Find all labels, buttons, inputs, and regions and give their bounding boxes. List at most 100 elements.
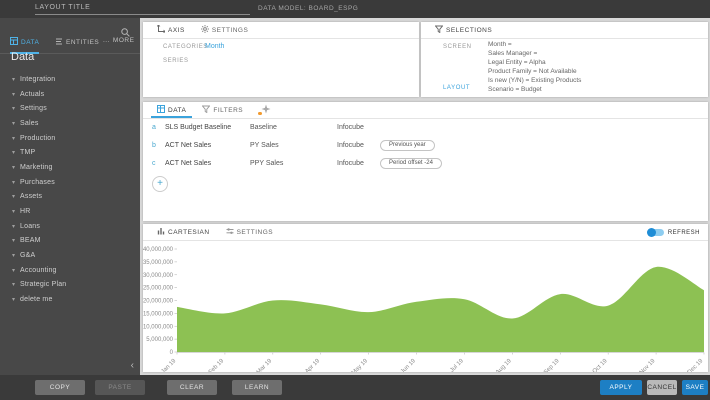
- selection-line: Scenario = Budget: [488, 86, 581, 95]
- apply-button[interactable]: APPLY: [600, 380, 642, 395]
- main-area: AXIS SETTINGS CATEGORIES Month SERIES: [140, 18, 710, 375]
- x-tick-label: Oct 19: [592, 358, 609, 372]
- selections-filter-icon: [435, 25, 443, 35]
- sidebar-tab-more[interactable]: ... MORE: [103, 37, 134, 49]
- cancel-button[interactable]: CANCEL: [647, 380, 677, 395]
- tab-insights[interactable]: [253, 102, 279, 118]
- y-tick-label: 30,000,000: [143, 273, 174, 279]
- add-data-block-button[interactable]: +: [152, 176, 168, 192]
- sidebar-item-label: Sales: [20, 120, 39, 127]
- table-row[interactable]: bACT Net SalesPY SalesInfocubePrevious y…: [143, 137, 708, 155]
- row-key-label: c: [152, 160, 156, 167]
- layout-link[interactable]: LAYOUT: [443, 85, 470, 91]
- selections-panel-header: SELECTIONS: [421, 22, 708, 39]
- layout-title-input[interactable]: LAYOUT TITLE: [35, 4, 250, 15]
- row-key-label: a: [152, 124, 156, 131]
- sidebar-item-label: HR: [20, 208, 31, 215]
- sidebar-item-accounting[interactable]: ▾Accounting: [0, 263, 140, 278]
- tab-axis[interactable]: AXIS: [151, 22, 191, 38]
- tab-label: AXIS: [168, 27, 185, 34]
- y-tick-label: 0: [170, 350, 174, 356]
- sidebar-item-hr[interactable]: ▾ HR: [0, 204, 140, 219]
- area-series: [177, 267, 704, 352]
- data-grid-icon: [10, 37, 18, 47]
- save-button[interactable]: SAVE: [682, 380, 708, 395]
- chevron-down-icon: ▾: [12, 193, 15, 200]
- row-offset-pill[interactable]: Previous year: [380, 140, 435, 151]
- sidebar-item-label: Assets: [20, 193, 42, 200]
- sidebar-item-label: Loans: [20, 223, 40, 230]
- table-grid-icon: [157, 105, 165, 115]
- sidebar-item-actuals[interactable]: ▾Actuals: [0, 87, 140, 102]
- refresh-toggle[interactable]: [648, 229, 664, 236]
- chevron-down-icon: ▾: [12, 252, 15, 259]
- row-name-label: SLS Budget Baseline: [165, 124, 231, 131]
- chevron-down-icon: ▾: [12, 76, 15, 83]
- screen-label: SCREEN: [443, 44, 472, 50]
- sidebar-item-tmp[interactable]: ▾TMP: [0, 145, 140, 160]
- sidebar-item-delete-me[interactable]: ▾delete me: [0, 292, 140, 307]
- y-tick-label: 25,000,000: [143, 286, 174, 292]
- selection-line: Is new (Y/N) = Existing Products: [488, 77, 581, 86]
- clear-button[interactable]: CLEAR: [167, 380, 217, 395]
- tab-cartesian[interactable]: CARTESIAN: [151, 224, 216, 240]
- sidebar-item-integration[interactable]: ▾Integration: [0, 72, 140, 87]
- tab-chart-settings[interactable]: SETTINGS: [220, 224, 280, 240]
- sidebar-item-settings[interactable]: ▾Settings: [0, 101, 140, 116]
- tab-label: SETTINGS: [237, 229, 274, 236]
- tab-data[interactable]: DATA: [151, 102, 192, 118]
- row-series-label: PPY Sales: [250, 160, 283, 167]
- tab-filters[interactable]: FILTERS: [196, 102, 249, 118]
- chevron-down-icon: ▾: [12, 120, 15, 127]
- sidebar-item-production[interactable]: ▾Production: [0, 131, 140, 146]
- row-name-label: ACT Net Sales: [165, 142, 211, 149]
- selections-panel: SELECTIONS SCREEN Month =Sales Manager =…: [421, 22, 708, 97]
- sidebar-item-label: Purchases: [20, 179, 55, 186]
- categories-value-link[interactable]: Month: [205, 43, 224, 50]
- row-series-label: PY Sales: [250, 142, 279, 149]
- x-tick-label: Jan 19: [160, 358, 177, 372]
- sidebar-item-loans[interactable]: ▾Loans: [0, 219, 140, 234]
- toggle-knob: [647, 228, 656, 237]
- sidebar-item-purchases[interactable]: ▾Purchases: [0, 175, 140, 190]
- chevron-down-icon: ▾: [12, 149, 15, 156]
- sidebar-item-beam[interactable]: ▾BEAM: [0, 234, 140, 249]
- sidebar-item-assets[interactable]: ▾ Assets: [0, 190, 140, 205]
- x-tick-label: Dec 19: [687, 358, 705, 372]
- sidebar-item-g-a[interactable]: ▾G&A: [0, 248, 140, 263]
- chevron-down-icon: ▾: [12, 91, 15, 98]
- y-tick-label: 10,000,000: [143, 324, 174, 330]
- copy-button[interactable]: COPY: [35, 380, 85, 395]
- sidebar-tab-label: ENTITIES: [66, 39, 99, 46]
- sidebar-item-list: ▾Integration▾Actuals▾Settings▾Sales▾Prod…: [0, 72, 140, 307]
- sidebar-item-label: Settings: [20, 105, 47, 112]
- sidebar-item-label: Marketing: [20, 164, 53, 171]
- sidebar-tab-entities[interactable]: ENTITIES: [55, 37, 99, 52]
- sidebar-item-label: Strategic Plan: [20, 281, 66, 288]
- tab-label: DATA: [168, 107, 186, 114]
- app-window: LAYOUT TITLE DATA MODEL: BOARD_ESPG DATA…: [0, 0, 710, 400]
- sidebar-item-marketing[interactable]: ▾Marketing: [0, 160, 140, 175]
- chevron-down-icon: ▾: [12, 135, 15, 142]
- chevron-down-icon: ▾: [12, 208, 15, 215]
- sidebar-heading: Data: [11, 51, 34, 63]
- table-row[interactable]: aSLS Budget BaselineBaselineInfocube: [143, 119, 708, 137]
- table-row[interactable]: cACT Net SalesPPY SalesInfocubePeriod of…: [143, 155, 708, 173]
- y-tick-label: 15,000,000: [143, 311, 174, 317]
- collapse-sidebar-chevron-icon[interactable]: ‹: [131, 360, 134, 371]
- series-label: SERIES: [163, 58, 189, 64]
- selection-line: Month =: [488, 41, 581, 50]
- row-offset-pill[interactable]: Period offset -24: [380, 158, 442, 169]
- area-chart: 05,000,00010,000,00015,000,00020,000,000…: [143, 242, 708, 372]
- tab-label: FILTERS: [213, 107, 243, 114]
- x-tick-label: Nov 19: [639, 358, 657, 372]
- chevron-down-icon: ▾: [12, 237, 15, 244]
- learn-button[interactable]: LEARN: [232, 380, 282, 395]
- sidebar-item-strategic-plan[interactable]: ▾Strategic Plan: [0, 278, 140, 293]
- sidebar-item-sales[interactable]: ▾ Sales: [0, 116, 140, 131]
- refresh-control: REFRESH: [648, 224, 700, 241]
- tab-axes-settings[interactable]: SETTINGS: [195, 22, 255, 38]
- chart-panel: CARTESIAN SETTINGS REFRESH 05,000,00010,…: [143, 224, 708, 372]
- sidebar-item-label: Accounting: [20, 267, 57, 274]
- row-source-label: Infocube: [337, 142, 364, 149]
